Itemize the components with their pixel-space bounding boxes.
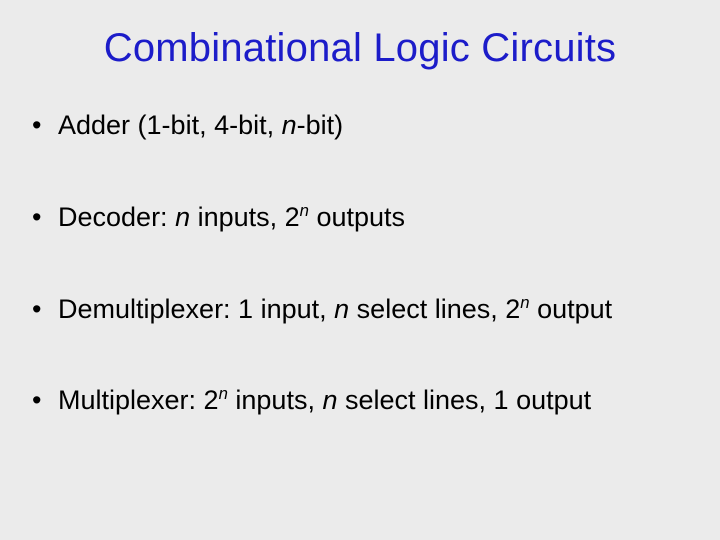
bullet-list: Adder (1-bit, 4-bit, n-bit) Decoder: n i… <box>30 109 690 418</box>
slide-body: Adder (1-bit, 4-bit, n-bit) Decoder: n i… <box>0 71 720 418</box>
italic-var: n <box>334 294 349 324</box>
text-run: Demultiplexer: 1 input, <box>58 294 334 324</box>
bullet-item: Adder (1-bit, 4-bit, n-bit) <box>30 109 690 143</box>
text-run: inputs, <box>228 385 323 415</box>
bullet-item: Demultiplexer: 1 input, n select lines, … <box>30 293 690 327</box>
italic-var: n <box>282 110 297 140</box>
superscript: n <box>219 384 228 403</box>
italic-var: n <box>175 202 190 232</box>
text-run: output <box>530 294 613 324</box>
bullet-item: Decoder: n inputs, 2n outputs <box>30 201 690 235</box>
text-run: select lines, 1 output <box>337 385 591 415</box>
text-run: Multiplexer: 2 <box>58 385 219 415</box>
text-run: Adder (1-bit, 4-bit, <box>58 110 282 140</box>
slide-title: Combinational Logic Circuits <box>0 0 720 71</box>
bullet-item: Multiplexer: 2n inputs, n select lines, … <box>30 384 690 418</box>
italic-var: n <box>322 385 337 415</box>
superscript: n <box>520 293 529 312</box>
slide: Combinational Logic Circuits Adder (1-bi… <box>0 0 720 540</box>
text-run: outputs <box>309 202 405 232</box>
text-run: -bit) <box>297 110 344 140</box>
superscript: n <box>300 201 309 220</box>
text-run: Decoder: <box>58 202 175 232</box>
text-run: inputs, 2 <box>190 202 300 232</box>
text-run: select lines, 2 <box>349 294 520 324</box>
